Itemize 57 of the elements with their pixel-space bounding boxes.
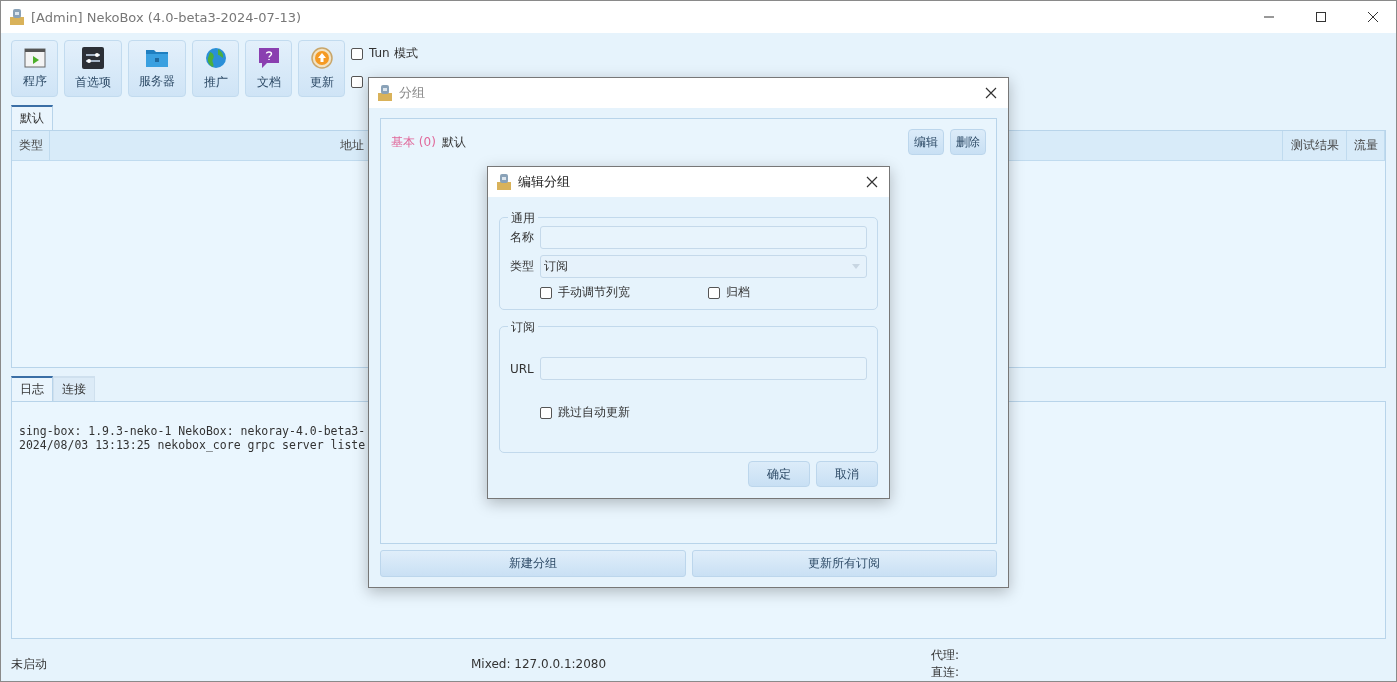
dialog-button[interactable]: 取消 bbox=[816, 461, 878, 487]
field-label: 名称 bbox=[510, 229, 534, 246]
checkbox[interactable] bbox=[351, 76, 363, 88]
checkbox-label: 手动调节列宽 bbox=[558, 284, 630, 301]
dialog-button[interactable]: 新建分组 bbox=[380, 550, 686, 577]
log-line: 2024/08/03 13:13:25 nekobox_core grpc server liste bbox=[19, 438, 367, 453]
checkbox[interactable] bbox=[540, 406, 552, 419]
close-icon[interactable] bbox=[866, 176, 878, 188]
log-line: sing-box: 1.9.3-neko-1 NekoBox: nekoray-4.0-beta3- bbox=[19, 424, 367, 439]
group-title: 订阅 bbox=[508, 319, 538, 336]
app-icon bbox=[496, 173, 512, 191]
checkbox[interactable] bbox=[540, 286, 552, 299]
tab[interactable]: 连接 bbox=[53, 376, 95, 402]
dialog-button[interactable]: 确定 bbox=[748, 461, 810, 487]
toolbar-button[interactable]: 程序 bbox=[11, 40, 58, 97]
toolbar-button[interactable]: 首选项 bbox=[64, 40, 122, 97]
direct-label: 直连: bbox=[931, 664, 961, 681]
sliders-icon bbox=[82, 46, 104, 69]
field-label: 类型 bbox=[510, 258, 534, 275]
group-title: 通用 bbox=[508, 210, 538, 227]
group-button[interactable]: 删除 bbox=[950, 129, 986, 155]
help-bubble-icon bbox=[257, 46, 280, 69]
proxy-label: 代理: bbox=[931, 647, 961, 664]
window-title: [Admin] NekoBox (4.0-beta3-2024-07-13) bbox=[31, 9, 303, 25]
app-icon bbox=[377, 84, 393, 102]
tab[interactable]: 默认 bbox=[11, 104, 53, 130]
toolbar-button[interactable]: 更新 bbox=[298, 40, 345, 97]
checkbox[interactable] bbox=[351, 47, 363, 60]
dialog-title: 编辑分组 bbox=[518, 173, 571, 191]
column-header[interactable]: 类型 bbox=[12, 130, 50, 160]
column-header[interactable]: 流量 bbox=[1347, 130, 1385, 160]
tab[interactable]: 日志 bbox=[11, 376, 53, 402]
app-icon bbox=[9, 8, 25, 26]
close-icon[interactable] bbox=[985, 87, 997, 99]
group-type: 基本 (0) bbox=[391, 133, 436, 151]
type-dropdown[interactable]: 订阅 bbox=[540, 255, 867, 278]
checkbox[interactable] bbox=[708, 286, 720, 299]
dialog-title: 分组 bbox=[399, 84, 426, 102]
checkbox-label: Tun 模式 bbox=[369, 45, 418, 62]
url-field[interactable] bbox=[540, 357, 867, 380]
toolbar-button[interactable]: 服务器 bbox=[128, 40, 186, 97]
toolbar-button[interactable]: 文档 bbox=[245, 40, 292, 97]
name-field[interactable] bbox=[540, 226, 867, 249]
group-name: 默认 bbox=[441, 133, 467, 151]
globe-icon bbox=[204, 46, 227, 69]
column-header[interactable]: 测试结果 bbox=[1283, 130, 1347, 160]
field-label: URL bbox=[510, 361, 534, 376]
group-button[interactable]: 编辑 bbox=[908, 129, 944, 155]
checkbox-label: 归档 bbox=[726, 284, 750, 301]
mixed-port-text: Mixed: 127.0.0.1:2080 bbox=[471, 657, 608, 671]
play-window-icon bbox=[23, 47, 46, 68]
caret-icon bbox=[852, 264, 860, 269]
dialog-button[interactable]: 更新所有订阅 bbox=[691, 550, 997, 577]
status-text: 未启动 bbox=[11, 655, 48, 673]
checkbox-label: 跳过自动更新 bbox=[558, 404, 630, 421]
toolbar-button[interactable]: 推广 bbox=[192, 40, 239, 97]
folder-icon bbox=[145, 47, 169, 68]
